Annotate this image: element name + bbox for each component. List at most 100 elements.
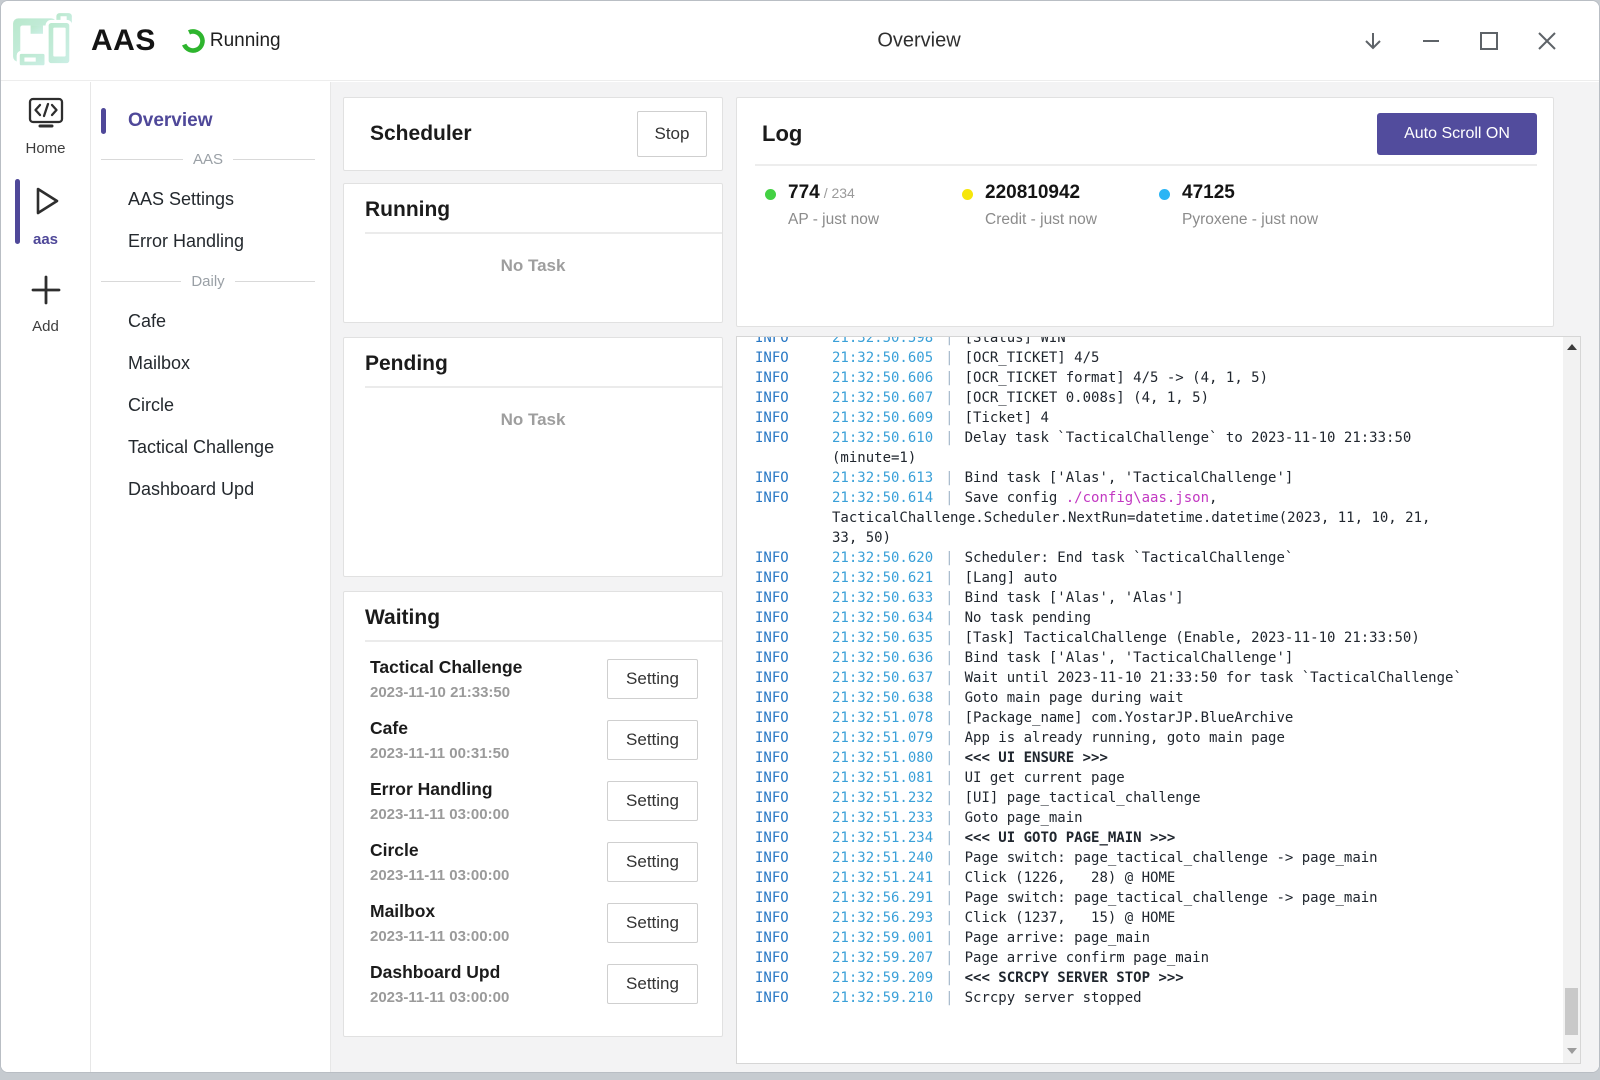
log-timestamp: 21:32:50.613 — [832, 470, 933, 486]
log-timestamp: 21:32:50.598 — [832, 337, 933, 346]
log-level: INFO — [755, 408, 832, 428]
log-level: INFO — [755, 548, 832, 568]
setting-button[interactable]: Setting — [607, 964, 698, 1004]
rail-item-home[interactable]: Home — [1, 82, 90, 167]
log-message: Click (1226, 28) @ HOME — [965, 870, 1176, 886]
log-level: INFO — [755, 648, 832, 668]
task-name: Cafe — [370, 718, 607, 739]
task-next-run: 2023-11-10 21:33:50 — [370, 684, 607, 701]
sidebar-label: Mailbox — [128, 353, 190, 374]
log-timestamp: 21:32:50.610 — [832, 430, 933, 446]
title-bar: AAS Running Overview — [1, 1, 1599, 81]
setting-button[interactable]: Setting — [607, 659, 698, 699]
log-message: Goto page_main — [965, 810, 1083, 826]
scroll-up-arrow-icon[interactable] — [1567, 344, 1577, 350]
log-separator: | — [945, 337, 953, 346]
log-title: Log — [762, 121, 802, 147]
stop-button[interactable]: Stop — [637, 111, 707, 157]
log-message: 33, 50) — [832, 530, 891, 546]
scrollbar-thumb[interactable] — [1565, 988, 1578, 1035]
waiting-card: Waiting Tactical Challenge 2023-11-10 21… — [343, 591, 723, 1037]
rail-item-aas[interactable]: aas — [1, 167, 90, 258]
sidebar-item-tactical-challenge[interactable]: Tactical Challenge — [91, 426, 330, 468]
rail-item-add[interactable]: Add — [1, 258, 90, 345]
log-timestamp: 21:32:51.233 — [832, 810, 933, 826]
app-name: AAS — [91, 24, 156, 58]
sidebar-item-overview[interactable]: Overview — [91, 102, 330, 140]
play-icon — [27, 181, 65, 226]
log-message: Page arrive: page_main — [965, 930, 1150, 946]
waiting-task-row: Tactical Challenge 2023-11-10 21:33:50 S… — [370, 648, 698, 709]
task-next-run: 2023-11-11 00:31:50 — [370, 745, 607, 762]
log-timestamp: 21:32:59.207 — [832, 950, 933, 966]
task-next-run: 2023-11-11 03:00:00 — [370, 867, 607, 884]
log-card: Log Auto Scroll ON 774/ 234 AP - just no… — [736, 97, 1554, 327]
log-message: <<< UI GOTO PAGE_MAIN >>> — [965, 830, 1176, 846]
log-entry: INFO21:32:50.636|Bind task ['Alas', 'Tac… — [755, 648, 1563, 668]
scroll-down-arrow-icon[interactable] — [1567, 1048, 1577, 1054]
log-separator: | — [945, 550, 953, 566]
log-timestamp: 21:32:51.232 — [832, 790, 933, 806]
log-separator: | — [945, 350, 953, 366]
sidebar-item-circle[interactable]: Circle — [91, 384, 330, 426]
log-level: INFO — [755, 928, 832, 948]
log-separator: | — [945, 690, 953, 706]
log-message: [OCR_TICKET] 4/5 — [965, 350, 1100, 366]
log-separator: | — [945, 850, 953, 866]
minimize-button[interactable] — [1419, 29, 1443, 53]
log-separator: | — [945, 470, 953, 486]
sidebar-label: Error Handling — [128, 231, 244, 252]
log-scrollbar[interactable] — [1563, 337, 1580, 1063]
log-entry: INFO21:32:50.638|Goto main page during w… — [755, 688, 1563, 708]
auto-scroll-button[interactable]: Auto Scroll ON — [1377, 113, 1537, 155]
log-level: INFO — [755, 708, 832, 728]
log-level: INFO — [755, 768, 832, 788]
log-timestamp: 21:32:51.078 — [832, 710, 933, 726]
log-message: [Task] TacticalChallenge (Enable, 2023-1… — [965, 630, 1420, 646]
pending-title: Pending — [365, 352, 722, 376]
log-entry: INFO21:32:51.241|Click (1226, 28) @ HOME — [755, 868, 1563, 888]
log-message: App is already running, goto main page — [965, 730, 1285, 746]
sidebar-item-aas-settings[interactable]: AAS Settings — [91, 178, 330, 220]
hide-arrow-button[interactable] — [1361, 29, 1385, 53]
plus-icon — [28, 272, 64, 313]
ap-dot-icon — [765, 189, 776, 200]
log-scroll-area[interactable]: INFO21:32:50.598|[Status] WININFO21:32:5… — [737, 337, 1563, 1063]
active-indicator-bar — [101, 108, 106, 134]
sidebar-item-mailbox[interactable]: Mailbox — [91, 342, 330, 384]
log-separator: | — [945, 970, 953, 986]
setting-button[interactable]: Setting — [607, 903, 698, 943]
active-indicator-bar — [15, 179, 20, 244]
setting-button[interactable]: Setting — [607, 842, 698, 882]
setting-button[interactable]: Setting — [607, 781, 698, 821]
sidebar-item-dashboard-upd[interactable]: Dashboard Upd — [91, 468, 330, 510]
stat-credit: 220810942 Credit - just now — [962, 182, 1159, 229]
sidebar-item-error-handling[interactable]: Error Handling — [91, 220, 330, 262]
rail-label-add: Add — [32, 318, 59, 335]
maximize-button[interactable] — [1477, 29, 1501, 53]
log-level: INFO — [755, 908, 832, 928]
nav-rail: Home aas Add — [1, 82, 91, 1072]
waiting-task-row: Error Handling 2023-11-11 03:00:00 Setti… — [370, 770, 698, 831]
log-separator: | — [945, 890, 953, 906]
log-message: Goto main page during wait — [965, 690, 1184, 706]
log-timestamp: 21:32:50.638 — [832, 690, 933, 706]
scheduler-status-text: Running — [210, 30, 281, 52]
close-button[interactable] — [1535, 29, 1559, 53]
task-name: Circle — [370, 840, 607, 861]
sidebar-label: Dashboard Upd — [128, 479, 254, 500]
sidebar-item-cafe[interactable]: Cafe — [91, 300, 330, 342]
log-level: INFO — [755, 368, 832, 388]
running-card: Running No Task — [343, 183, 723, 323]
log-message: Bind task ['Alas', 'TacticalChallenge'] — [965, 650, 1294, 666]
log-timestamp: 21:32:51.079 — [832, 730, 933, 746]
setting-button[interactable]: Setting — [607, 720, 698, 760]
log-message: [UI] page_tactical_challenge — [965, 790, 1201, 806]
scheduler-card: Scheduler Stop — [343, 97, 723, 171]
task-name: Tactical Challenge — [370, 657, 607, 678]
log-entry: INFO21:32:51.080|<<< UI ENSURE >>> — [755, 748, 1563, 768]
stat-pyroxene: 47125 Pyroxene - just now — [1159, 182, 1356, 229]
app-window: AAS Running Overview — [0, 0, 1600, 1073]
log-level: INFO — [755, 348, 832, 368]
log-level: INFO — [755, 988, 832, 1008]
